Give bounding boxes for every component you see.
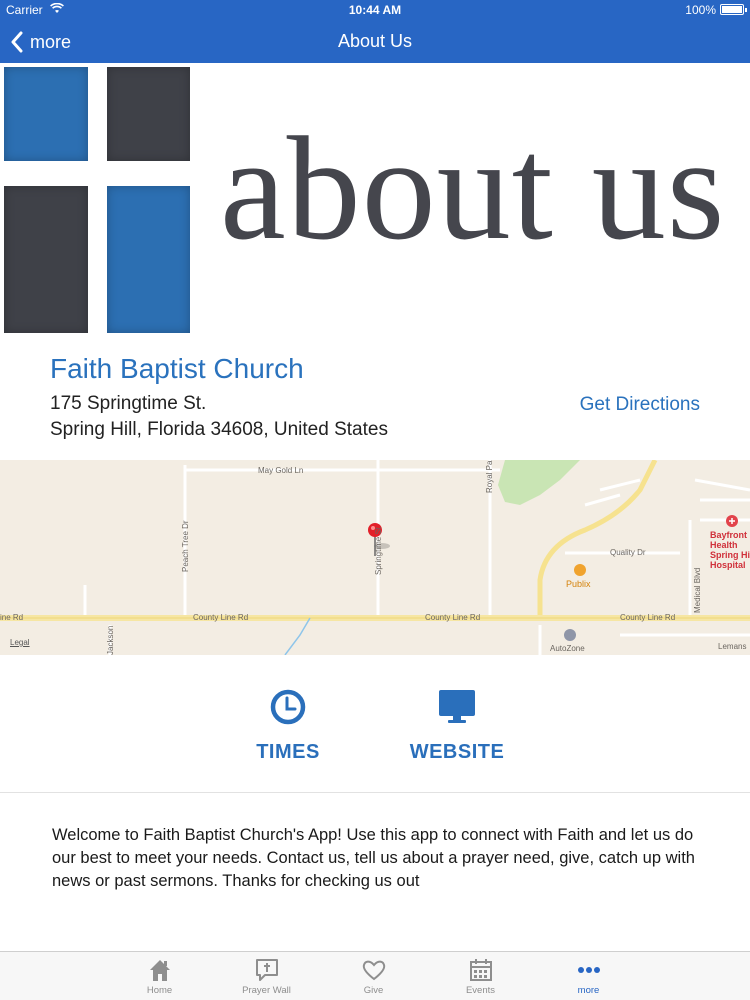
page-title: About Us xyxy=(337,31,413,51)
website-button[interactable]: WEBSITE xyxy=(392,687,522,764)
heart-icon xyxy=(362,960,385,981)
prayer-wall-icon xyxy=(255,959,278,981)
status-time: 10:44 AM xyxy=(348,3,402,17)
tab-give-label: Give xyxy=(363,985,384,996)
map-label-peach-tree: Peach Tree Dr xyxy=(181,520,190,572)
home-icon xyxy=(149,960,170,981)
more-dots-icon xyxy=(577,967,600,973)
status-bar: Carrier 10:44 AM 100% xyxy=(0,0,750,20)
map-label-jackson: Jackson xyxy=(106,625,115,655)
banner-square-top-left xyxy=(4,67,88,161)
map-label-springtime: Springtime St xyxy=(374,526,383,575)
church-info: Faith Baptist Church 175 Springtime St. … xyxy=(0,343,750,460)
tab-events[interactable]: Events xyxy=(427,952,534,1000)
navigation-bar: more About Us xyxy=(0,20,750,63)
map-label-county-line-3: County Line Rd xyxy=(620,613,676,622)
map-label-county-line-1: County Line Rd xyxy=(193,613,249,622)
map-label-medical: Medical Blvd xyxy=(693,567,702,613)
map-poi-publix: Publix xyxy=(566,579,591,589)
tab-events-label: Events xyxy=(465,985,496,996)
times-button[interactable]: TIMES xyxy=(223,687,353,764)
calendar-icon xyxy=(469,959,492,981)
map-label-county-line-left: ine Rd xyxy=(0,613,24,622)
map-label-quality: Quality Dr xyxy=(610,548,646,557)
about-us-banner: about us xyxy=(0,63,750,343)
tab-prayer-wall-label: Prayer Wall xyxy=(242,985,291,996)
map-label-may-gold: May Gold Ln xyxy=(258,466,304,475)
tab-give[interactable]: Give xyxy=(320,952,427,1000)
banner-square-bottom-right xyxy=(107,186,190,333)
tab-prayer-wall[interactable]: Prayer Wall xyxy=(213,952,320,1000)
tab-home[interactable]: Home xyxy=(106,952,213,1000)
battery-icon xyxy=(720,4,747,15)
banner-square-top-right xyxy=(107,67,190,161)
clock-icon xyxy=(270,689,306,725)
tab-more-label: more xyxy=(577,985,600,996)
times-button-label: TIMES xyxy=(256,741,320,763)
address-line-1: 175 Springtime St. xyxy=(50,393,207,414)
church-name: Faith Baptist Church xyxy=(50,353,304,384)
map-legal-link[interactable]: Legal xyxy=(10,638,30,647)
location-map[interactable]: May Gold Ln Peach Tree Dr Royal Pa Sprin… xyxy=(0,460,750,655)
monitor-icon xyxy=(439,690,475,723)
map-poi-hospital: Bayfront Health Spring Hill Hospital xyxy=(710,530,750,570)
battery-percent: 100% xyxy=(685,3,716,17)
address-line-2: Spring Hill, Florida 34608, United State… xyxy=(50,419,388,440)
tab-more[interactable]: more xyxy=(535,952,642,1000)
map-label-royal-palm: Royal Pa xyxy=(485,460,494,493)
tab-bar: Home Prayer Wall Give Events more xyxy=(0,951,750,1000)
map-poi-autozone: AutoZone xyxy=(550,644,585,653)
welcome-description: Welcome to Faith Baptist Church's App! U… xyxy=(52,826,695,890)
website-button-label: WEBSITE xyxy=(409,741,505,763)
get-directions-link[interactable]: Get Directions xyxy=(580,394,700,416)
banner-square-bottom-left xyxy=(4,186,88,333)
map-label-county-line-2: County Line Rd xyxy=(425,613,481,622)
tab-home-label: Home xyxy=(146,985,173,996)
banner-headline: about us xyxy=(220,107,726,271)
quick-actions: TIMES WEBSITE xyxy=(0,655,750,793)
map-label-lemans: Lemans xyxy=(718,642,747,651)
